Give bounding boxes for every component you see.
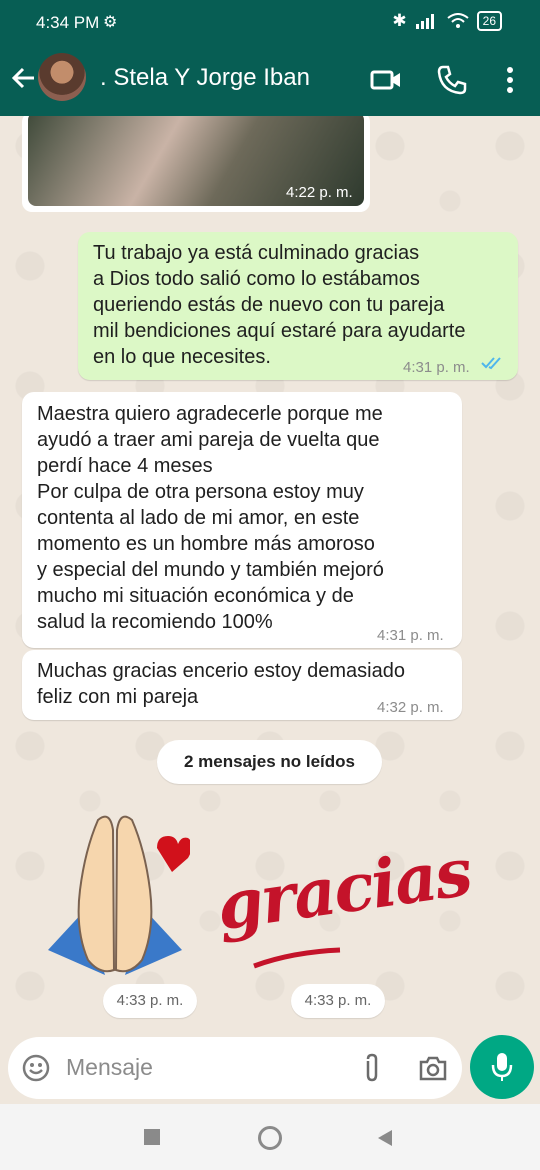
bluetooth-icon: ✱: [392, 11, 407, 30]
gracias-text: gracias: [211, 832, 476, 946]
phone-call-icon[interactable]: [436, 64, 468, 96]
message-time: 4:31 p. m.: [377, 627, 444, 644]
wifi-icon: [447, 13, 469, 28]
gracias-sticker[interactable]: gracias: [212, 833, 475, 978]
message-input[interactable]: Mensaje: [66, 1054, 153, 1081]
contact-name[interactable]: . Stela Y Jorge Iban: [100, 64, 310, 92]
praying-hands-sticker[interactable]: [40, 810, 190, 980]
signal-icon: [415, 14, 434, 29]
message-line: mil bendiciones aquí estaré para ayudart…: [93, 320, 466, 342]
chat-header: . Stela Y Jorge Iban: [0, 46, 540, 116]
message-line: perdí hace 4 meses: [37, 455, 213, 477]
system-nav-bar: [0, 1104, 540, 1170]
message-line: queriendo estás de nuevo con tu pareja: [93, 294, 445, 316]
battery-indicator: 26: [476, 11, 502, 31]
message-time: 4:31 p. m.: [403, 359, 470, 376]
incoming-message[interactable]: Muchas gracias encerio estoy demasiado f…: [22, 650, 462, 720]
message-line: ayudó a traer ami pareja de vuelta que: [37, 429, 380, 451]
unread-messages-badge: 2 mensajes no leídos: [157, 740, 382, 784]
image-message[interactable]: 4:22 p. m.: [22, 116, 370, 212]
back-arrow-icon[interactable]: [10, 64, 38, 92]
mic-button[interactable]: [470, 1035, 534, 1099]
sticker-time: 4:33 p. m.: [103, 984, 197, 1018]
status-bar: 4:34 PM ⚙ ✱ 26: [0, 0, 540, 46]
mic-icon: [491, 1053, 513, 1081]
message-time: 4:32 p. m.: [377, 699, 444, 716]
status-time: 4:34 PM: [36, 13, 100, 32]
message-line: a Dios todo salió como lo estábamos: [93, 268, 420, 290]
emoji-icon[interactable]: [22, 1054, 50, 1082]
message-line: Tu trabajo ya está culminado gracias: [93, 242, 420, 264]
message-line: mucho mi situación económica y de: [37, 585, 354, 607]
message-line: contenta al lado de mi amor, en este: [37, 507, 360, 529]
message-line: salud la recomiendo 100%: [37, 611, 273, 633]
recents-button[interactable]: [144, 1129, 160, 1145]
incoming-message[interactable]: Maestra quiero agradecerle porque me ayu…: [22, 392, 462, 648]
camera-icon[interactable]: [418, 1054, 448, 1082]
double-check-icon: [481, 357, 501, 370]
gear-icon: ⚙: [103, 14, 118, 31]
message-line: y especial del mundo y también mejoró: [37, 559, 384, 581]
chat-area[interactable]: 4:22 p. m. Tu trabajo ya está culminado …: [0, 116, 540, 1030]
sticker-time: 4:33 p. m.: [291, 984, 385, 1018]
message-line: Maestra quiero agradecerle porque me: [37, 403, 383, 425]
back-button[interactable]: [376, 1128, 394, 1148]
video-call-icon[interactable]: [370, 64, 402, 96]
more-options-icon[interactable]: [494, 64, 526, 96]
message-line: Por culpa de otra persona estoy muy: [37, 481, 364, 503]
message-time: 4:22 p. m.: [286, 184, 353, 201]
home-button[interactable]: [258, 1126, 282, 1150]
outgoing-message[interactable]: Tu trabajo ya está culminado gracias a D…: [78, 232, 518, 380]
underline-swash: [253, 947, 341, 969]
message-input-bar[interactable]: Mensaje: [8, 1037, 462, 1099]
contact-avatar[interactable]: [38, 53, 86, 101]
message-line: feliz con mi pareja: [37, 686, 199, 708]
message-line: momento es un hombre más amoroso: [37, 533, 375, 555]
message-line: Muchas gracias encerio estoy demasiado: [37, 660, 405, 682]
attach-icon[interactable]: [360, 1053, 384, 1083]
